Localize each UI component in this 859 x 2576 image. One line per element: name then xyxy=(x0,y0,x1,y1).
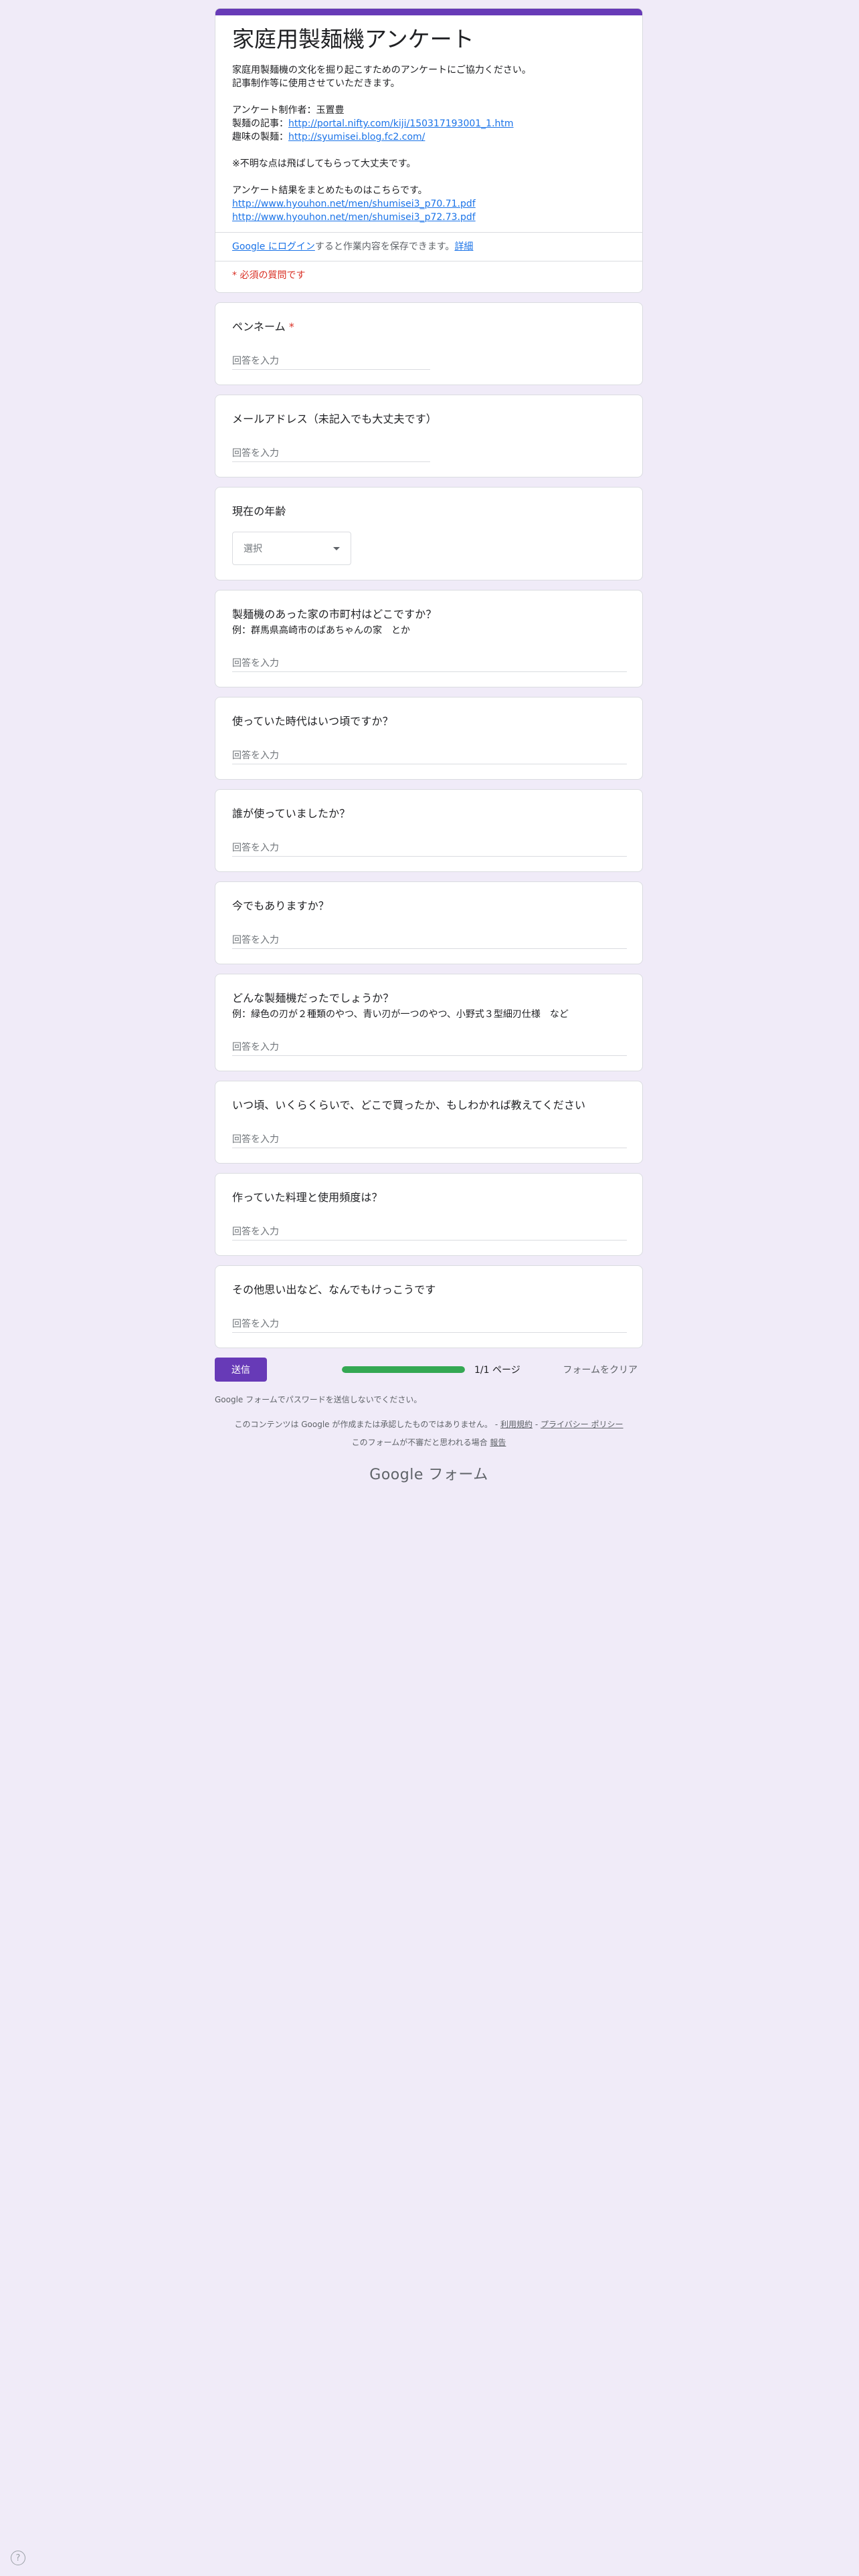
question-title: どんな製麺機だったでしょうか？ xyxy=(232,990,626,1006)
description-line: 製麺の記事：http://portal.nifty.com/kiji/15031… xyxy=(232,117,626,130)
form-footer: 送信 1/1 ページ フォームをクリア xyxy=(215,1358,643,1382)
form-title: 家庭用製麺機アンケート xyxy=(232,26,474,52)
question-card: 作っていた料理と使用頻度は？ 回答を入力 xyxy=(215,1173,643,1256)
question-title-text: 製麺機のあった家の市町村はどこですか？ xyxy=(232,608,437,621)
question-title-text: メールアドレス（未記入でも大丈夫です） xyxy=(232,413,437,425)
description-line: 家庭用製麺機の文化を掘り起こすためのアンケートにご協力ください。 xyxy=(232,65,531,76)
form-description: 家庭用製麺機の文化を掘り起こすためのアンケートにご協力ください。 記事制作等に使用… xyxy=(232,64,626,224)
question-title-text: 現在の年齢 xyxy=(232,505,286,518)
question-card: 誰が使っていましたか？ 回答を入力 xyxy=(215,789,643,872)
age-select[interactable]: 選択 xyxy=(232,532,351,565)
question-card: 製麺機のあった家の市町村はどこですか？ 例：群馬県高崎市のばあちゃんの家 とか回答… xyxy=(215,590,643,687)
progress-fill xyxy=(342,1366,465,1373)
question-help-text: 例：緑色の刃が２種類のやつ、青い刃が一つのやつ、小野式３型細刃仕様 など xyxy=(232,1009,569,1020)
description-line: http://www.hyouhon.net/men/shumisei3_p70… xyxy=(232,197,626,211)
answer-input[interactable]: 回答を入力 xyxy=(232,835,627,857)
form-header-body: 家庭用製麺機アンケート 家庭用製麺機の文化を掘り起こすためのアンケートにご協力く… xyxy=(215,15,642,232)
question-title-text: 使っていた時代はいつ頃ですか？ xyxy=(232,715,393,728)
question-title: 今でもありますか？ xyxy=(232,898,626,914)
question-card: いつ頃、いくらくらいで、どこで買ったか、もしわかれば教えてください回答を入力 xyxy=(215,1081,643,1164)
login-row: Google にログインすると作業内容を保存できます。詳細 xyxy=(215,233,642,261)
question-help-text: 例：群馬県高崎市のばあちゃんの家 とか xyxy=(232,625,410,636)
disclaimer: このコンテンツは Google が作成または承認したものではありません。 - 利… xyxy=(215,1418,643,1430)
description-line: アンケート制作者：玉置豊 xyxy=(232,105,345,116)
details-link[interactable]: 詳細 xyxy=(454,241,473,252)
description-link[interactable]: http://www.hyouhon.net/men/shumisei3_p70… xyxy=(232,199,476,209)
submit-button[interactable]: 送信 xyxy=(215,1358,267,1382)
login-link[interactable]: Google にログイン xyxy=(232,241,315,252)
password-warning: Google フォームでパスワードを送信しないでください。 xyxy=(215,1395,422,1404)
question-title-text: 今でもありますか？ xyxy=(232,899,329,912)
login-text: すると作業内容を保存できます。 xyxy=(314,241,455,252)
question-title: 誰が使っていましたか？ xyxy=(232,806,626,822)
question-title-text: その他思い出など、なんでもけっこうです xyxy=(232,1283,436,1296)
question-title-text: どんな製麺機だったでしょうか？ xyxy=(232,992,394,1004)
answer-input[interactable]: 回答を入力 xyxy=(232,651,627,672)
description-line xyxy=(232,171,626,184)
description-line: 趣味の製麺：http://syumisei.blog.fc2.com/ xyxy=(232,130,626,144)
question-title-text: ペンネーム xyxy=(232,320,286,333)
answer-input[interactable]: 回答を入力 xyxy=(232,1127,627,1148)
required-note: * 必須の質問です xyxy=(232,270,306,281)
question-title: メールアドレス（未記入でも大丈夫です） xyxy=(232,411,626,427)
separator: - xyxy=(533,1420,541,1429)
dropdown-arrow-icon xyxy=(333,546,340,550)
question-card: 現在の年齢選択 xyxy=(215,487,643,580)
accent-band xyxy=(215,9,642,15)
question-title: 製麺機のあった家の市町村はどこですか？ xyxy=(232,607,626,623)
answer-input[interactable]: 回答を入力 xyxy=(232,1035,627,1056)
question-title: ペンネーム * xyxy=(232,319,626,335)
description-link[interactable]: http://syumisei.blog.fc2.com/ xyxy=(288,132,425,142)
report-text: このフォームが不審だと思われる場合 xyxy=(351,1438,490,1447)
description-prefix: 趣味の製麺： xyxy=(232,132,288,142)
answer-input[interactable]: 回答を入力 xyxy=(232,743,627,764)
question-title-text: 作っていた料理と使用頻度は？ xyxy=(232,1191,383,1204)
question-title: いつ頃、いくらくらいで、どこで買ったか、もしわかれば教えてください xyxy=(232,1097,626,1113)
question-title: 現在の年齢 xyxy=(232,504,626,520)
question-card: メールアドレス（未記入でも大丈夫です） 回答を入力 xyxy=(215,395,643,477)
question-card: ペンネーム * 回答を入力 xyxy=(215,302,643,385)
question-title: 使っていた時代はいつ頃ですか？ xyxy=(232,714,626,730)
question-list: ペンネーム * 回答を入力 メールアドレス（未記入でも大丈夫です） 回答を入力 現在の年… xyxy=(215,302,643,1348)
description-line xyxy=(232,90,626,104)
form-header-card: 家庭用製麺機アンケート 家庭用製麺機の文化を掘り起こすためのアンケートにご協力く… xyxy=(215,8,643,293)
question-card: 使っていた時代はいつ頃ですか？ 回答を入力 xyxy=(215,697,643,780)
clear-form-button[interactable]: フォームをクリア xyxy=(557,1363,643,1376)
google-forms-logo: Google フォーム xyxy=(369,1467,488,1483)
page-progress: 1/1 ページ xyxy=(342,1363,520,1376)
description-prefix: 製麺の記事： xyxy=(232,118,288,129)
description-link[interactable]: http://portal.nifty.com/kiji/15031719300… xyxy=(288,118,514,129)
privacy-link[interactable]: プライバシー ポリシー xyxy=(541,1420,624,1429)
question-card: 今でもありますか？ 回答を入力 xyxy=(215,881,643,964)
description-line: http://www.hyouhon.net/men/shumisei3_p72… xyxy=(232,211,626,224)
disclaimer-text: このコンテンツは Google が作成または承認したものではありません。 - xyxy=(234,1420,500,1429)
report-link[interactable]: 報告 xyxy=(490,1438,506,1447)
question-card: その他思い出など、なんでもけっこうです回答を入力 xyxy=(215,1265,643,1348)
progress-text: 1/1 ページ xyxy=(474,1365,520,1376)
description-line: 記事制作等に使用させていただきます。 xyxy=(232,78,400,89)
report-row: このフォームが不審だと思われる場合 報告 xyxy=(215,1436,643,1448)
progress-bar xyxy=(342,1366,465,1373)
question-title: その他思い出など、なんでもけっこうです xyxy=(232,1282,626,1298)
form-container: 家庭用製麺機アンケート 家庭用製麺機の文化を掘り起こすためのアンケートにご協力く… xyxy=(215,8,643,1484)
description-link[interactable]: http://www.hyouhon.net/men/shumisei3_p72… xyxy=(232,212,476,223)
select-placeholder: 選択 xyxy=(244,544,262,554)
description-line xyxy=(232,144,626,157)
description-line: アンケート結果をまとめたものはこちらです。 xyxy=(232,185,427,196)
answer-input[interactable]: 回答を入力 xyxy=(232,928,627,949)
help-icon[interactable]: ? xyxy=(11,2551,25,2565)
question-title-text: 誰が使っていましたか？ xyxy=(232,807,351,820)
question-title-text: いつ頃、いくらくらいで、どこで買ったか、もしわかれば教えてください xyxy=(232,1099,586,1111)
answer-input[interactable]: 回答を入力 xyxy=(232,348,430,370)
terms-link[interactable]: 利用規約 xyxy=(500,1420,533,1429)
answer-input[interactable]: 回答を入力 xyxy=(232,1219,627,1241)
question-card: どんな製麺機だったでしょうか？ 例：緑色の刃が２種類のやつ、青い刃が一つのやつ、小… xyxy=(215,974,643,1071)
answer-input[interactable]: 回答を入力 xyxy=(232,441,430,462)
question-title: 作っていた料理と使用頻度は？ xyxy=(232,1190,626,1206)
required-asterisk: * xyxy=(288,320,294,333)
answer-input[interactable]: 回答を入力 xyxy=(232,1311,627,1333)
description-line: ※不明な点は飛ばしてもらって大丈夫です。 xyxy=(232,158,416,169)
